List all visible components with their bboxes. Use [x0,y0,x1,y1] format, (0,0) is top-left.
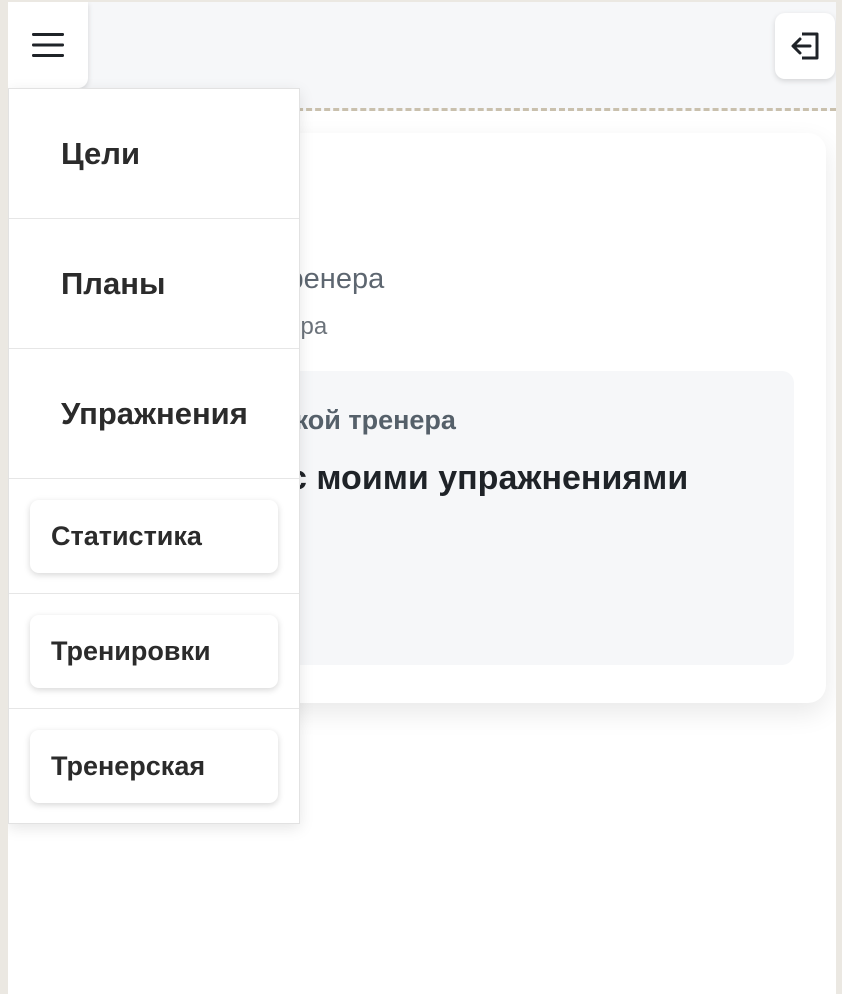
panel-label: вкой тренера [278,405,456,435]
coach-room-button[interactable]: Тренерская [30,730,278,803]
statistics-button[interactable]: Статистика [30,499,278,573]
menu-toggle-button[interactable] [8,2,88,88]
menu-item-goals[interactable]: Цели [9,89,299,219]
app-viewport: н ного тренера го тренера вкой тренера с… [8,2,836,994]
hamburger-icon [32,33,64,57]
logout-button[interactable] [775,13,835,79]
menu-item-plans[interactable]: Планы [9,219,299,349]
workouts-button[interactable]: Тренировки [30,614,278,688]
logout-icon [791,32,819,60]
menu-row-workouts: Тренировки [9,594,299,709]
menu-row-statistics: Статистика [9,479,299,594]
panel-heading: с моими упражнениями [288,459,689,497]
menu-item-exercises[interactable]: Упражнения [9,349,299,479]
nav-dropdown-menu: Цели Планы Упражнения Статистика Трениро… [8,88,300,824]
menu-row-coach: Тренерская [9,709,299,824]
